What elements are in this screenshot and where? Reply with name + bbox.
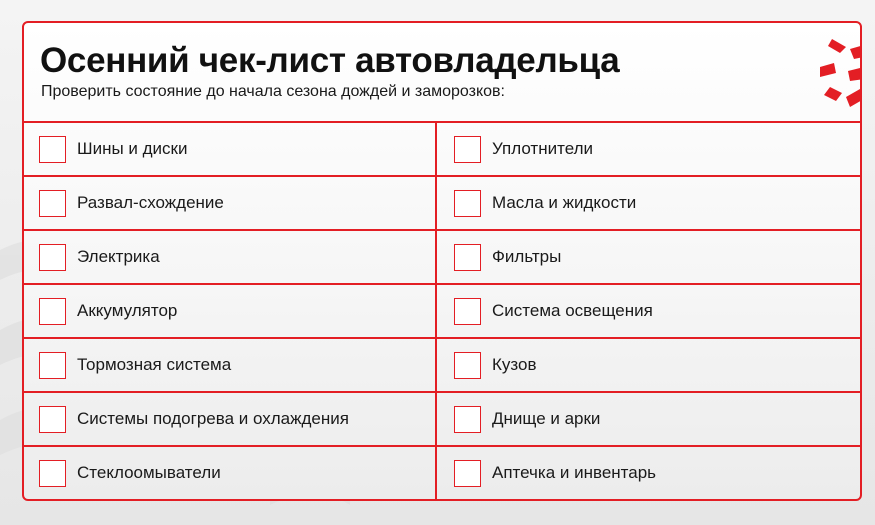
checkbox-icon[interactable] (39, 243, 66, 271)
checkbox-icon[interactable] (39, 459, 66, 487)
checklist-item-label: Днище и арки (492, 409, 601, 428)
checklist-item-label: Кузов (492, 355, 537, 374)
checkbox-icon[interactable] (39, 135, 66, 163)
checklist-item[interactable]: Шины и диски (24, 121, 437, 175)
checkbox-icon[interactable] (39, 189, 66, 217)
checkbox-icon[interactable] (39, 351, 66, 379)
checklist-item-label: Система освещения (492, 301, 653, 320)
checklist-item-label: Шины и диски (77, 139, 188, 158)
checklist-item-label: Аптечка и инвентарь (492, 463, 657, 482)
checklist-item[interactable]: Системы подогрева и охлаждения (24, 391, 437, 445)
checklist-item-label: Развал-схождение (77, 193, 224, 212)
page-title: Осенний чек-лист автовладельца (40, 41, 620, 80)
header: Осенний чек-лист автовладельца Проверить… (24, 23, 860, 123)
checklist-item[interactable]: Тормозная система (24, 337, 437, 391)
checkbox-icon[interactable] (454, 351, 481, 379)
checklist-item[interactable]: Аптечка и инвентарь (437, 445, 860, 499)
checklist-item-label: Масла и жидкости (492, 193, 637, 212)
checkbox-icon[interactable] (39, 405, 66, 433)
checklist-item[interactable]: Фильтры (437, 229, 860, 283)
checkbox-icon[interactable] (454, 135, 481, 163)
page-subtitle: Проверить состояние до начала сезона дож… (41, 83, 505, 100)
checklist-item[interactable]: Аккумулятор (24, 283, 437, 337)
checklist-item-label: Стеклоомыватели (77, 463, 221, 482)
checklist-item[interactable]: Система освещения (437, 283, 860, 337)
checkbox-icon[interactable] (454, 243, 481, 271)
checklist-item-label: Фильтры (492, 247, 562, 266)
checklist-item-label: Системы подогрева и охлаждения (77, 409, 349, 428)
checklist-card: Осенний чек-лист автовладельца Проверить… (22, 21, 862, 501)
checklist-item-label: Уплотнители (492, 139, 594, 158)
checklist-item-label: Тормозная система (77, 355, 232, 374)
checklist-item[interactable]: Днище и арки (437, 391, 860, 445)
checklist-item[interactable]: Развал-схождение (24, 175, 437, 229)
checklist-item[interactable]: Стеклоомыватели (24, 445, 437, 499)
checklist-item-label: Электрика (77, 247, 160, 266)
checkbox-icon[interactable] (454, 459, 481, 487)
checklist-item[interactable]: Масла и жидкости (437, 175, 860, 229)
brand-logo-icon (820, 39, 860, 107)
checklist-item-label: Аккумулятор (77, 301, 178, 320)
checklist-item[interactable]: Кузов (437, 337, 860, 391)
checkbox-icon[interactable] (39, 297, 66, 325)
checklist-item[interactable]: Уплотнители (437, 121, 860, 175)
checklist-item[interactable]: Электрика (24, 229, 437, 283)
checkbox-icon[interactable] (454, 405, 481, 433)
checkbox-icon[interactable] (454, 297, 481, 325)
checkbox-icon[interactable] (454, 189, 481, 217)
checklist-grid: Шины и диски Уплотнители Развал-схождени… (24, 121, 860, 499)
